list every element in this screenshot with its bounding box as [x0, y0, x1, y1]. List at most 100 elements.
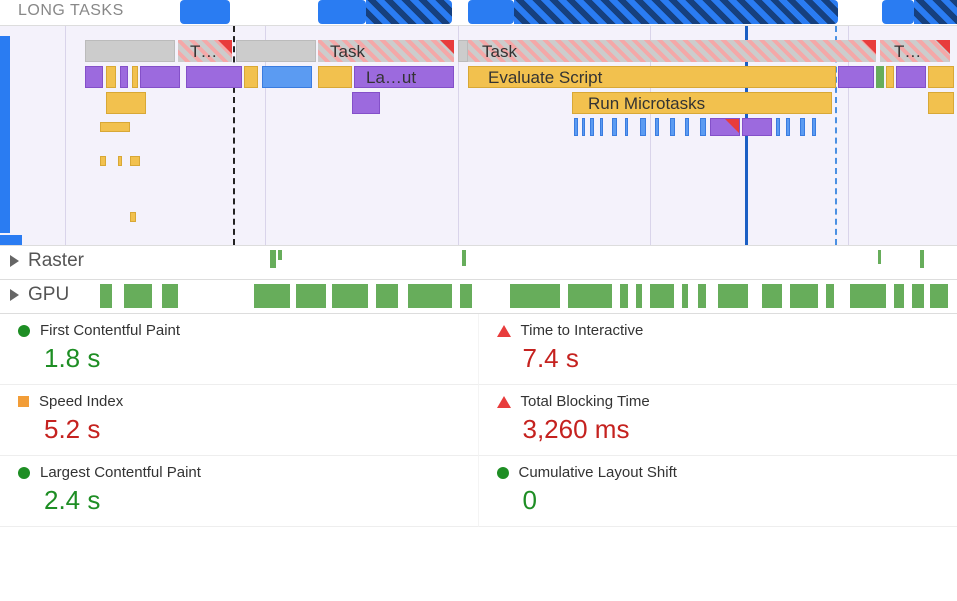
flame-bar[interactable] — [928, 92, 954, 114]
metric-value: 0 — [523, 485, 940, 516]
flame-label: Run Microtasks — [582, 93, 822, 115]
flame-bar[interactable] — [670, 118, 675, 136]
flame-bar[interactable] — [812, 118, 816, 136]
gpu-bar[interactable] — [620, 284, 628, 308]
metric-card[interactable]: Largest Contentful Paint 2.4 s — [0, 456, 479, 527]
gpu-bar[interactable] — [296, 284, 326, 308]
flame-bar[interactable] — [776, 118, 780, 136]
long-task-bar[interactable] — [468, 0, 514, 24]
flame-bar[interactable] — [625, 118, 628, 136]
flame-bar[interactable] — [786, 118, 790, 136]
long-tasks-row: LONG TASKS — [0, 0, 957, 26]
flame-bar[interactable] — [685, 118, 689, 136]
flame-bar[interactable] — [100, 156, 106, 166]
gpu-bar[interactable] — [162, 284, 178, 308]
metric-card[interactable]: Speed Index5.2 s — [0, 385, 479, 456]
gpu-bar[interactable] — [124, 284, 152, 308]
gpu-bar[interactable] — [376, 284, 398, 308]
gpu-bar[interactable] — [100, 284, 112, 308]
gpu-bar[interactable] — [930, 284, 948, 308]
expand-icon[interactable] — [10, 289, 19, 301]
flame-bar[interactable] — [130, 156, 140, 166]
flame-bar[interactable] — [800, 118, 805, 136]
task-bar[interactable] — [236, 40, 316, 62]
flame-bar[interactable] — [120, 66, 128, 88]
flame-bar[interactable] — [582, 118, 585, 136]
long-task-bar[interactable] — [366, 0, 452, 24]
flame-bar[interactable] — [896, 66, 926, 88]
gpu-bar[interactable] — [826, 284, 834, 308]
task-label: Task — [476, 41, 776, 63]
flame-bar[interactable] — [928, 66, 954, 88]
gpu-row[interactable]: GPU — [0, 280, 957, 314]
expand-icon[interactable] — [10, 255, 19, 267]
raster-bar[interactable] — [920, 250, 924, 268]
flame-bar[interactable] — [352, 92, 380, 114]
gpu-bar[interactable] — [460, 284, 472, 308]
flame-chart[interactable]: T… Task Task T… La…ut Evaluate Script — [0, 26, 957, 246]
metric-label: Largest Contentful Paint — [40, 464, 201, 481]
gpu-bar[interactable] — [850, 284, 886, 308]
gpu-bars — [90, 284, 957, 310]
raster-row[interactable]: Raster — [0, 246, 957, 280]
raster-bar[interactable] — [878, 250, 881, 264]
gpu-bar[interactable] — [332, 284, 368, 308]
long-task-bar[interactable] — [318, 0, 366, 24]
metric-card[interactable]: Total Blocking Time3,260 ms — [479, 385, 957, 456]
flame-bar[interactable] — [100, 122, 130, 132]
gpu-bar[interactable] — [718, 284, 748, 308]
metric-value: 7.4 s — [523, 343, 940, 374]
flame-bar[interactable] — [106, 66, 116, 88]
long-task-bar[interactable] — [882, 0, 914, 24]
flame-bar[interactable] — [132, 66, 138, 88]
flame-bar[interactable] — [318, 66, 352, 88]
raster-bar[interactable] — [278, 250, 282, 260]
flame-bar[interactable] — [886, 66, 894, 88]
flame-bar[interactable] — [600, 118, 603, 136]
metric-card[interactable]: Time to Interactive7.4 s — [479, 314, 957, 385]
flame-bar[interactable] — [640, 118, 646, 136]
flame-bar[interactable] — [612, 118, 617, 136]
gpu-bar[interactable] — [698, 284, 706, 308]
task-bar[interactable] — [85, 40, 175, 62]
metric-value: 1.8 s — [44, 343, 460, 374]
gpu-bar[interactable] — [682, 284, 688, 308]
gpu-bar[interactable] — [254, 284, 290, 308]
gpu-bar[interactable] — [568, 284, 612, 308]
metric-card[interactable]: Cumulative Layout Shift 0 — [479, 456, 957, 527]
gpu-bar[interactable] — [636, 284, 642, 308]
flame-bar[interactable] — [710, 118, 740, 136]
flame-bar[interactable] — [118, 156, 122, 166]
flame-bar[interactable] — [85, 66, 103, 88]
gpu-bar[interactable] — [650, 284, 674, 308]
metric-card[interactable]: First Contentful Paint1.8 s — [0, 314, 479, 385]
flame-bar[interactable] — [130, 212, 136, 222]
flame-bar[interactable] — [244, 66, 258, 88]
raster-bar[interactable] — [462, 250, 466, 266]
flame-bar[interactable] — [186, 66, 242, 88]
long-task-bar[interactable] — [914, 0, 957, 24]
gpu-bar[interactable] — [762, 284, 782, 308]
flame-bar[interactable] — [574, 118, 578, 136]
task-label: Task — [324, 41, 434, 63]
gpu-bar[interactable] — [408, 284, 452, 308]
flame-bar[interactable] — [876, 66, 884, 88]
flame-bar[interactable] — [262, 66, 312, 88]
gpu-bar[interactable] — [912, 284, 924, 308]
flame-bar[interactable] — [742, 118, 772, 136]
flame-bar[interactable] — [140, 66, 180, 88]
gpu-bar[interactable] — [894, 284, 904, 308]
flame-bar[interactable] — [655, 118, 659, 136]
flame-bar[interactable] — [106, 92, 146, 114]
flame-bar[interactable] — [700, 118, 706, 136]
flame-bar[interactable] — [590, 118, 594, 136]
raster-bar[interactable] — [270, 250, 276, 268]
gpu-bar[interactable] — [790, 284, 818, 308]
long-task-bar[interactable] — [180, 0, 230, 24]
metric-label: Cumulative Layout Shift — [519, 464, 677, 481]
flame-bar[interactable] — [838, 66, 874, 88]
long-task-bar[interactable] — [514, 0, 838, 24]
gpu-bar[interactable] — [510, 284, 560, 308]
task-bar[interactable] — [458, 40, 468, 62]
metric-value: 2.4 s — [44, 485, 460, 516]
